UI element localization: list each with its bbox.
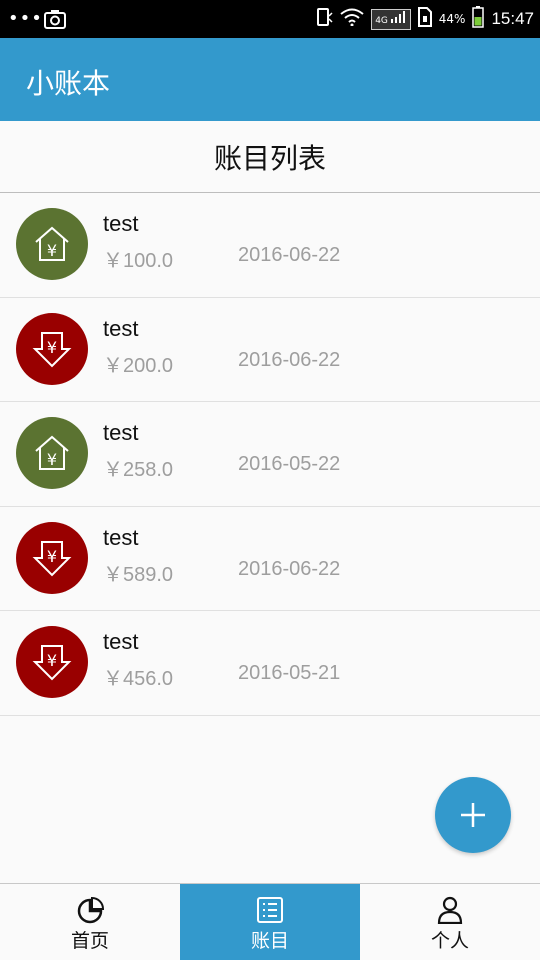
house-yuan-icon: ¥: [16, 208, 88, 280]
record-name: test: [103, 629, 139, 655]
record-name: test: [103, 420, 139, 446]
record-item[interactable]: ¥ test ￥456.0 2016-05-21: [0, 611, 540, 716]
plus-icon: [461, 803, 485, 827]
record-amount: ￥258.0: [103, 459, 174, 482]
arrow-down-yuan-icon: ¥: [16, 521, 88, 594]
svg-text:¥: ¥: [47, 651, 57, 670]
notification-dots: •••: [8, 8, 43, 29]
record-date: 2016-05-22: [238, 453, 341, 476]
wifi-icon: [340, 8, 364, 30]
record-item[interactable]: ¥ test ￥100.0 2016-06-22: [0, 193, 540, 298]
app-title: 小账本: [26, 67, 111, 100]
nav-label: 个人: [430, 930, 469, 952]
record-date: 2016-05-21: [238, 662, 341, 685]
record-name: test: [103, 524, 139, 550]
house-yuan-icon: ¥: [16, 417, 88, 490]
vibrate-icon: [315, 7, 333, 31]
network-indicator: 4G: [371, 8, 411, 30]
record-amount: ￥456.0: [103, 668, 174, 691]
nav-item-profile[interactable]: 个人: [360, 884, 540, 960]
record-name: test: [103, 315, 139, 341]
section-title: 账目列表: [213, 141, 326, 175]
battery-percent: 44%: [438, 12, 466, 26]
app-bar: 小账本: [0, 38, 540, 121]
record-list: ¥ test ￥100.0 2016-06-22 ¥ test ￥200.0 2…: [0, 193, 540, 716]
clock: 15:47: [491, 9, 534, 28]
record-amount: ￥589.0: [103, 563, 174, 586]
status-bar: ••• 4G 44% 15:47: [0, 0, 540, 38]
pie-chart-icon: [77, 896, 105, 924]
svg-text:¥: ¥: [47, 338, 57, 357]
add-record-button[interactable]: [435, 777, 511, 853]
signal-icon: [390, 10, 405, 23]
record-date: 2016-06-22: [238, 244, 341, 266]
record-item[interactable]: ¥ test ￥258.0 2016-05-22: [0, 402, 540, 507]
arrow-down-yuan-icon: ¥: [16, 626, 88, 699]
battery-icon: [472, 6, 485, 32]
record-amount: ￥100.0: [103, 250, 174, 272]
record-date: 2016-06-22: [238, 348, 341, 371]
record-name: test: [103, 211, 139, 236]
arrow-down-yuan-icon: ¥: [16, 312, 88, 385]
record-item[interactable]: ¥ test ￥200.0 2016-06-22: [0, 297, 540, 403]
sim-icon: [417, 7, 432, 31]
person-icon: [437, 896, 463, 924]
record-date: 2016-06-22: [238, 557, 341, 580]
network-type: 4G: [375, 15, 388, 26]
nav-label: 首页: [70, 930, 109, 952]
svg-text:¥: ¥: [47, 547, 57, 566]
nav-item-records[interactable]: 账目: [180, 884, 360, 960]
list-icon: [257, 897, 283, 923]
nav-label: 账目: [250, 930, 289, 952]
svg-text:¥: ¥: [47, 450, 57, 469]
section-header: 账目列表: [0, 121, 540, 193]
record-amount: ￥200.0: [103, 354, 174, 377]
svg-text:¥: ¥: [47, 241, 57, 260]
bottom-nav: 首页 账目 个人: [0, 883, 540, 960]
screenshot-icon: [44, 9, 66, 33]
nav-item-home[interactable]: 首页: [0, 884, 180, 960]
record-item[interactable]: ¥ test ￥589.0 2016-06-22: [0, 506, 540, 612]
